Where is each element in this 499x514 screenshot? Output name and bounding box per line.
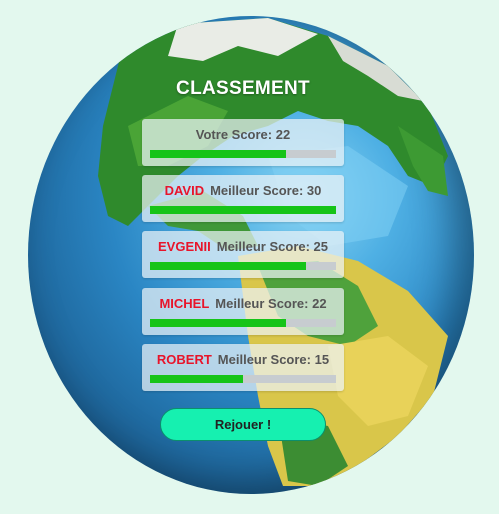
best-score-label: Meilleur Score: 25 xyxy=(216,239,329,254)
player-name: MICHEL xyxy=(159,296,210,311)
player-name: DAVID xyxy=(164,183,205,198)
player-name: EVGENII xyxy=(157,239,211,254)
score-progress-bar xyxy=(150,375,336,383)
your-score-progress-bar xyxy=(150,150,336,158)
score-progress-fill xyxy=(150,206,336,214)
your-score-panel: Votre Score: 22 xyxy=(142,119,344,166)
leaderboard-entry: ROBERT Meilleur Score: 15 xyxy=(142,344,344,391)
leaderboard-title: CLASSEMENT xyxy=(176,78,310,99)
score-progress-bar xyxy=(150,319,336,327)
your-score-label: Votre Score: 22 xyxy=(195,127,291,142)
score-progress-bar xyxy=(150,262,336,270)
your-score-progress-fill xyxy=(150,150,286,158)
best-score-label: Meilleur Score: 15 xyxy=(217,352,330,367)
best-score-label: Meilleur Score: 22 xyxy=(215,296,327,311)
score-progress-fill xyxy=(150,375,243,383)
score-progress-fill xyxy=(150,262,307,270)
best-score-label: Meilleur Score: 30 xyxy=(210,183,322,198)
score-progress-fill xyxy=(150,319,286,327)
leaderboard-entry: MICHEL Meilleur Score: 22 xyxy=(142,288,344,335)
leaderboard-entry: DAVID Meilleur Score: 30 xyxy=(142,175,344,222)
leaderboard-entry: EVGENII Meilleur Score: 25 xyxy=(142,231,344,278)
replay-button[interactable]: Rejouer ! xyxy=(160,408,326,441)
score-progress-bar xyxy=(150,206,336,214)
player-name: ROBERT xyxy=(156,352,212,367)
